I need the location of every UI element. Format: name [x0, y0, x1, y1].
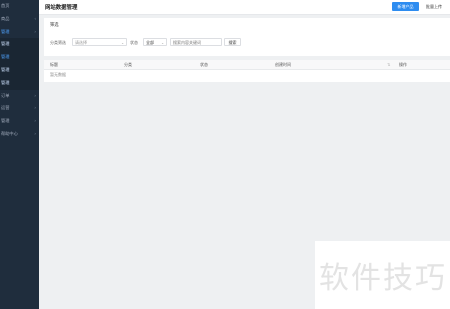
sidebar-item-manage[interactable]: 管理 › [0, 26, 39, 39]
sidebar-subitem-1[interactable]: 管理 [0, 38, 39, 52]
empty-state-text: 暂无数据 [50, 72, 66, 77]
sidebar-item-label: 管理 [1, 79, 10, 85]
chevron-icon: › [34, 92, 36, 98]
top-bar: 网站数据管理 新增产品 批量上传 [39, 0, 450, 15]
sidebar-subitem-3[interactable]: 管理 [0, 63, 39, 77]
search-button[interactable]: 搜索 [224, 38, 241, 46]
chevron-down-icon: ⌄ [121, 41, 124, 45]
category-label: 分类筛选 [50, 40, 66, 45]
sidebar-item-label: 管理 [1, 54, 10, 60]
sidebar-item-label: 管理 [1, 41, 10, 47]
column-header-category[interactable]: 分类 [124, 60, 132, 69]
sidebar-item-orders[interactable]: 订单 › [0, 90, 39, 103]
column-header-created[interactable]: 创建时间 [275, 60, 291, 69]
sort-icon[interactable]: ⇅ [387, 60, 390, 69]
column-header-title[interactable]: 标题 [50, 60, 58, 69]
page-title: 网站数据管理 [45, 5, 78, 11]
data-table: 标题 分类 状态 创建时间 ⇅ 操作 暂无数据 [44, 60, 450, 82]
filter-row: 分类筛选 请选择 ⌄ 状态 全部 ⌄ 搜索 [50, 38, 450, 47]
chevron-icon: › [34, 28, 36, 34]
category-placeholder: 请选择 [75, 40, 87, 45]
chevron-down-icon: ⌄ [161, 41, 164, 45]
sidebar-item-operations[interactable]: 运营 › [0, 102, 39, 115]
column-header-actions: 操作 [399, 62, 407, 67]
category-select[interactable]: 请选择 ⌄ [72, 38, 127, 46]
sidebar-item-label: 管理 [1, 66, 10, 72]
sidebar-subitem-2[interactable]: 管理 [0, 51, 39, 64]
sidebar-item-label: 帮助中心 [1, 130, 18, 136]
sidebar-item-home[interactable]: 首页 [0, 0, 39, 13]
table-header: 标题 分类 状态 创建时间 ⇅ 操作 [44, 60, 450, 70]
keyword-input[interactable] [170, 38, 222, 46]
filter-title: 筛选 [50, 23, 59, 28]
batch-upload-button[interactable]: 批量上传 [421, 2, 447, 11]
chevron-icon: › [34, 130, 36, 136]
chevron-icon: ‹ [34, 15, 36, 21]
sidebar-subitem-4[interactable]: 管理 [0, 76, 39, 90]
status-label: 状态 [130, 40, 138, 45]
sidebar-item-label: 订单 [1, 92, 10, 98]
sidebar-item-help[interactable]: 帮助中心 › [0, 128, 39, 141]
add-product-button[interactable]: 新增产品 [392, 2, 419, 11]
sidebar-item-manage-2[interactable]: 管理 › [0, 115, 39, 128]
sidebar-item-label: 运营 [1, 105, 10, 111]
sidebar-item-label: 管理 [1, 28, 10, 34]
sidebar: 首页 商品 ‹ 管理 › 管理 管理 管理 管理 订单 › 运营 › 管理 › 帮助中心 › [0, 0, 39, 309]
filter-panel: 筛选 分类筛选 请选择 ⌄ 状态 全部 ⌄ 搜索 [44, 18, 450, 56]
sidebar-item-label: 管理 [1, 118, 10, 124]
status-value: 全部 [146, 40, 154, 45]
watermark-panel: 软件技巧 [315, 241, 450, 309]
sidebar-item-products[interactable]: 商品 ‹ [0, 13, 39, 26]
chevron-icon: › [34, 105, 36, 111]
status-select[interactable]: 全部 ⌄ [143, 38, 167, 46]
column-header-status[interactable]: 状态 [200, 60, 208, 69]
chevron-icon: › [34, 118, 36, 124]
sidebar-item-label: 首页 [1, 3, 10, 8]
watermark-text: 软件技巧 [319, 261, 447, 296]
sidebar-item-label: 商品 [1, 15, 10, 21]
